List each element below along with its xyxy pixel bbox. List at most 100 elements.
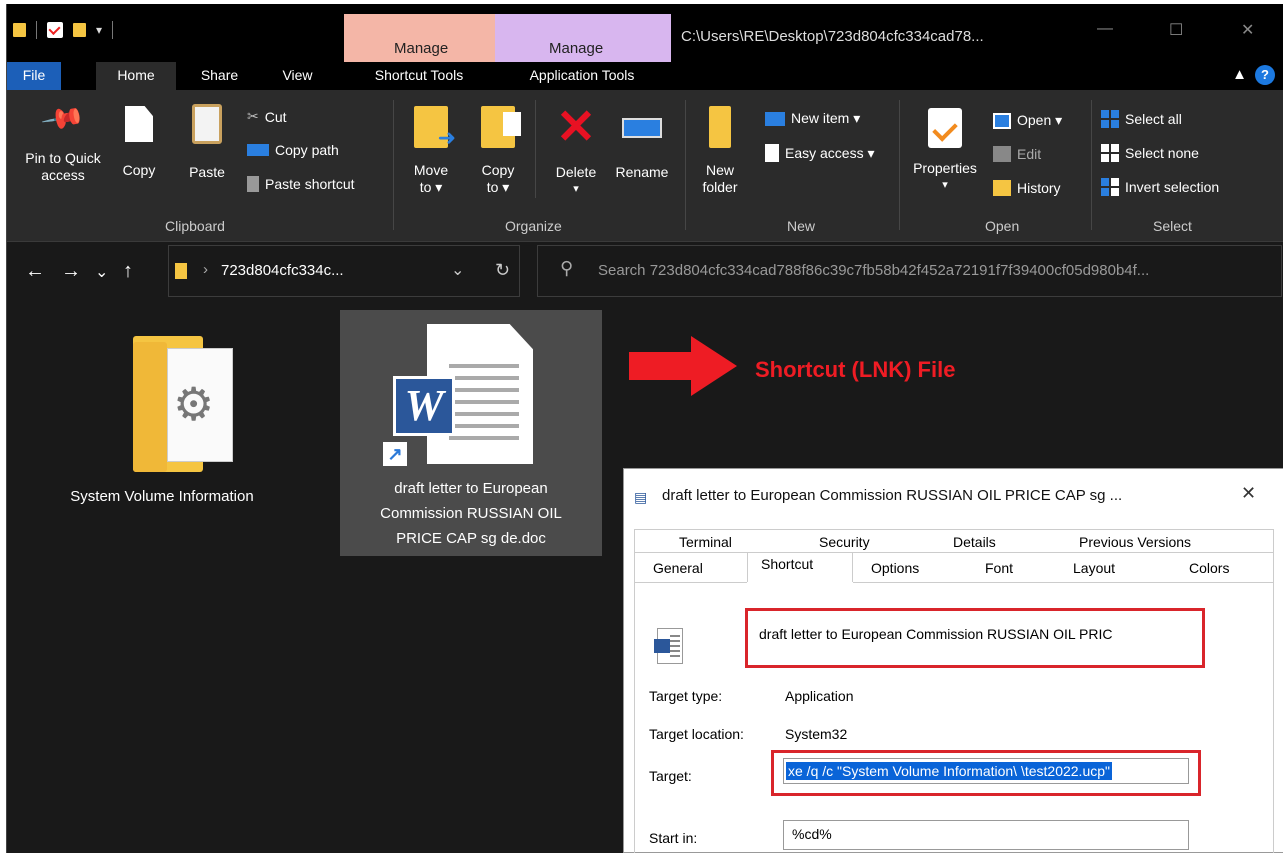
easy-access-label: Easy access ▾ [785, 144, 875, 161]
minimize-icon[interactable]: — [1097, 20, 1113, 38]
address-bar[interactable]: › 723d804cfc334c... ⌄ ↻ [168, 245, 520, 297]
cut-button[interactable]: ✂ Cut [247, 108, 287, 125]
tab-row-divider [635, 552, 1273, 553]
invert-selection-button[interactable]: Invert selection [1101, 178, 1219, 196]
tab-application-tools[interactable]: Application Tools [507, 62, 657, 90]
help-icon[interactable]: ? [1255, 65, 1275, 85]
paste-shortcut-button[interactable]: Paste shortcut [247, 176, 355, 192]
target-field[interactable]: xe /q /c "System Volume Information\ \te… [783, 758, 1189, 784]
edit-button[interactable]: Edit [993, 146, 1041, 162]
maximize-icon[interactable]: ☐ [1169, 20, 1183, 40]
move-label-line2: to ▾ [419, 179, 443, 195]
new-group-label: New [787, 218, 816, 234]
toolbar-separator [36, 21, 37, 39]
select-all-icon [1101, 110, 1119, 128]
new-folder-icon [709, 106, 731, 148]
tab-shortcut[interactable]: Shortcut [761, 556, 813, 572]
manage-application-tools-context: Manage [495, 14, 671, 62]
delete-icon: ✕ [555, 101, 597, 154]
copy-to-label-line2: to ▾ [486, 179, 510, 195]
rename-button[interactable]: Rename [609, 106, 675, 181]
tab-options[interactable]: Options [871, 560, 919, 576]
easy-access-button[interactable]: Easy access ▾ [765, 144, 875, 162]
open-label: Open ▾ [1017, 112, 1063, 128]
close-icon[interactable]: ✕ [1241, 20, 1254, 40]
tab-security[interactable]: Security [819, 534, 870, 550]
tab-layout[interactable]: Layout [1073, 560, 1115, 576]
folder-icon [13, 23, 26, 37]
open-button[interactable]: Open ▾ [993, 112, 1062, 129]
select-none-icon [1101, 144, 1119, 162]
copy-button[interactable]: Copy [115, 106, 163, 179]
shortcut-name-field[interactable]: draft letter to European Commission RUSS… [759, 626, 1113, 642]
move-to-button[interactable]: Move to ▾ [403, 106, 459, 196]
properties-button[interactable]: Properties ▾ [905, 108, 985, 194]
folder-gear-icon: ⚙ [133, 336, 243, 476]
manage-shortcut-tools-context: Manage [344, 14, 495, 62]
paste-shortcut-label: Paste shortcut [265, 176, 355, 192]
tab-font[interactable]: Font [985, 560, 1013, 576]
dialog-title: draft letter to European Commission RUSS… [662, 487, 1123, 504]
tab-file[interactable]: File [7, 62, 61, 90]
new-folder-label-line1: New [705, 162, 734, 178]
file-item-draft-letter-shortcut[interactable]: W ↗ draft letter to European Commission … [340, 310, 602, 556]
copy-to-button[interactable]: Copy to ▾ [473, 106, 523, 196]
properties-tab-panel: Terminal Security Details Previous Versi… [634, 529, 1274, 853]
target-label: Target: [649, 768, 692, 784]
separator [535, 100, 536, 198]
delete-button[interactable]: ✕ Delete ▾ [543, 101, 609, 198]
folder-item-system-volume-information[interactable]: ⚙ System Volume Information [37, 314, 287, 514]
new-folder-icon[interactable] [73, 23, 86, 37]
search-input[interactable]: Search 723d804cfc334cad788f86c39c7fb58b4… [598, 262, 1278, 279]
pin-icon: 📌 [39, 95, 87, 142]
properties-check-icon[interactable] [47, 22, 63, 38]
shortcut-file-icon [654, 628, 683, 664]
folder-icon [175, 263, 187, 279]
new-item-button[interactable]: New item ▾ [765, 110, 860, 127]
new-folder-button[interactable]: New folder [695, 106, 745, 196]
search-box[interactable]: ⚲ Search 723d804cfc334cad788f86c39c7fb58… [537, 245, 1282, 297]
breadcrumb-path[interactable]: 723d804cfc334c... [221, 262, 344, 279]
tab-view[interactable]: View [275, 62, 320, 90]
copy-path-button[interactable]: Copy path [247, 142, 339, 158]
tab-home[interactable]: Home [96, 62, 176, 90]
up-arrow-icon[interactable]: ↑ [123, 260, 133, 283]
address-dropdown-chevron-icon[interactable]: ⌄ [451, 260, 464, 280]
tab-colors[interactable]: Colors [1189, 560, 1229, 576]
close-icon[interactable]: ✕ [1241, 483, 1256, 504]
refresh-icon[interactable]: ↻ [495, 260, 510, 281]
ribbon: 📌 Pin to Quick access Copy Paste ✂ Cut C… [7, 90, 1283, 242]
tab-baseline [853, 582, 1273, 583]
pin-to-quick-access-button[interactable]: 📌 Pin to Quick access [13, 96, 113, 184]
start-in-field[interactable]: %cd% [783, 820, 1189, 850]
scissors-icon: ✂ [247, 108, 259, 124]
history-button[interactable]: History [993, 180, 1061, 196]
paste-button[interactable]: Paste [183, 104, 231, 181]
collapse-ribbon-icon[interactable]: ▲ [1232, 66, 1247, 83]
word-shortcut-icon: W ↗ [383, 324, 533, 469]
tab-previous-versions[interactable]: Previous Versions [1079, 534, 1191, 550]
tab-details[interactable]: Details [953, 534, 996, 550]
select-all-button[interactable]: Select all [1101, 110, 1182, 128]
recent-locations-chevron-down-icon[interactable]: ⌄ [95, 262, 108, 282]
select-all-label: Select all [1125, 111, 1182, 127]
file-explorer-window: ▾ Manage Manage C:\Users\RE\Desktop\723d… [6, 4, 1283, 853]
delete-dropdown-icon: ▾ [573, 183, 579, 195]
edit-icon [993, 146, 1011, 162]
tab-share[interactable]: Share [192, 62, 247, 90]
file-list-area: ⚙ System Volume Information W ↗ draft le… [7, 304, 1283, 853]
customize-toolbar-dropdown-icon[interactable]: ▾ [96, 23, 102, 37]
back-arrow-icon[interactable]: ← [25, 260, 45, 283]
window-title: C:\Users\RE\Desktop\723d804cfc334cad78..… [681, 28, 984, 45]
tab-baseline [635, 582, 747, 583]
easy-access-icon [765, 144, 779, 162]
cut-label: Cut [264, 108, 287, 125]
tab-general[interactable]: General [653, 560, 703, 576]
select-none-button[interactable]: Select none [1101, 144, 1199, 162]
tab-terminal[interactable]: Terminal [679, 534, 732, 550]
forward-arrow-icon[interactable]: → [61, 260, 81, 283]
shortcut-properties-dialog: ▤ draft letter to European Commission RU… [623, 468, 1283, 853]
tab-shortcut-tools[interactable]: Shortcut Tools [359, 62, 479, 90]
invert-selection-icon [1101, 178, 1119, 196]
target-location-value: System32 [785, 726, 848, 742]
